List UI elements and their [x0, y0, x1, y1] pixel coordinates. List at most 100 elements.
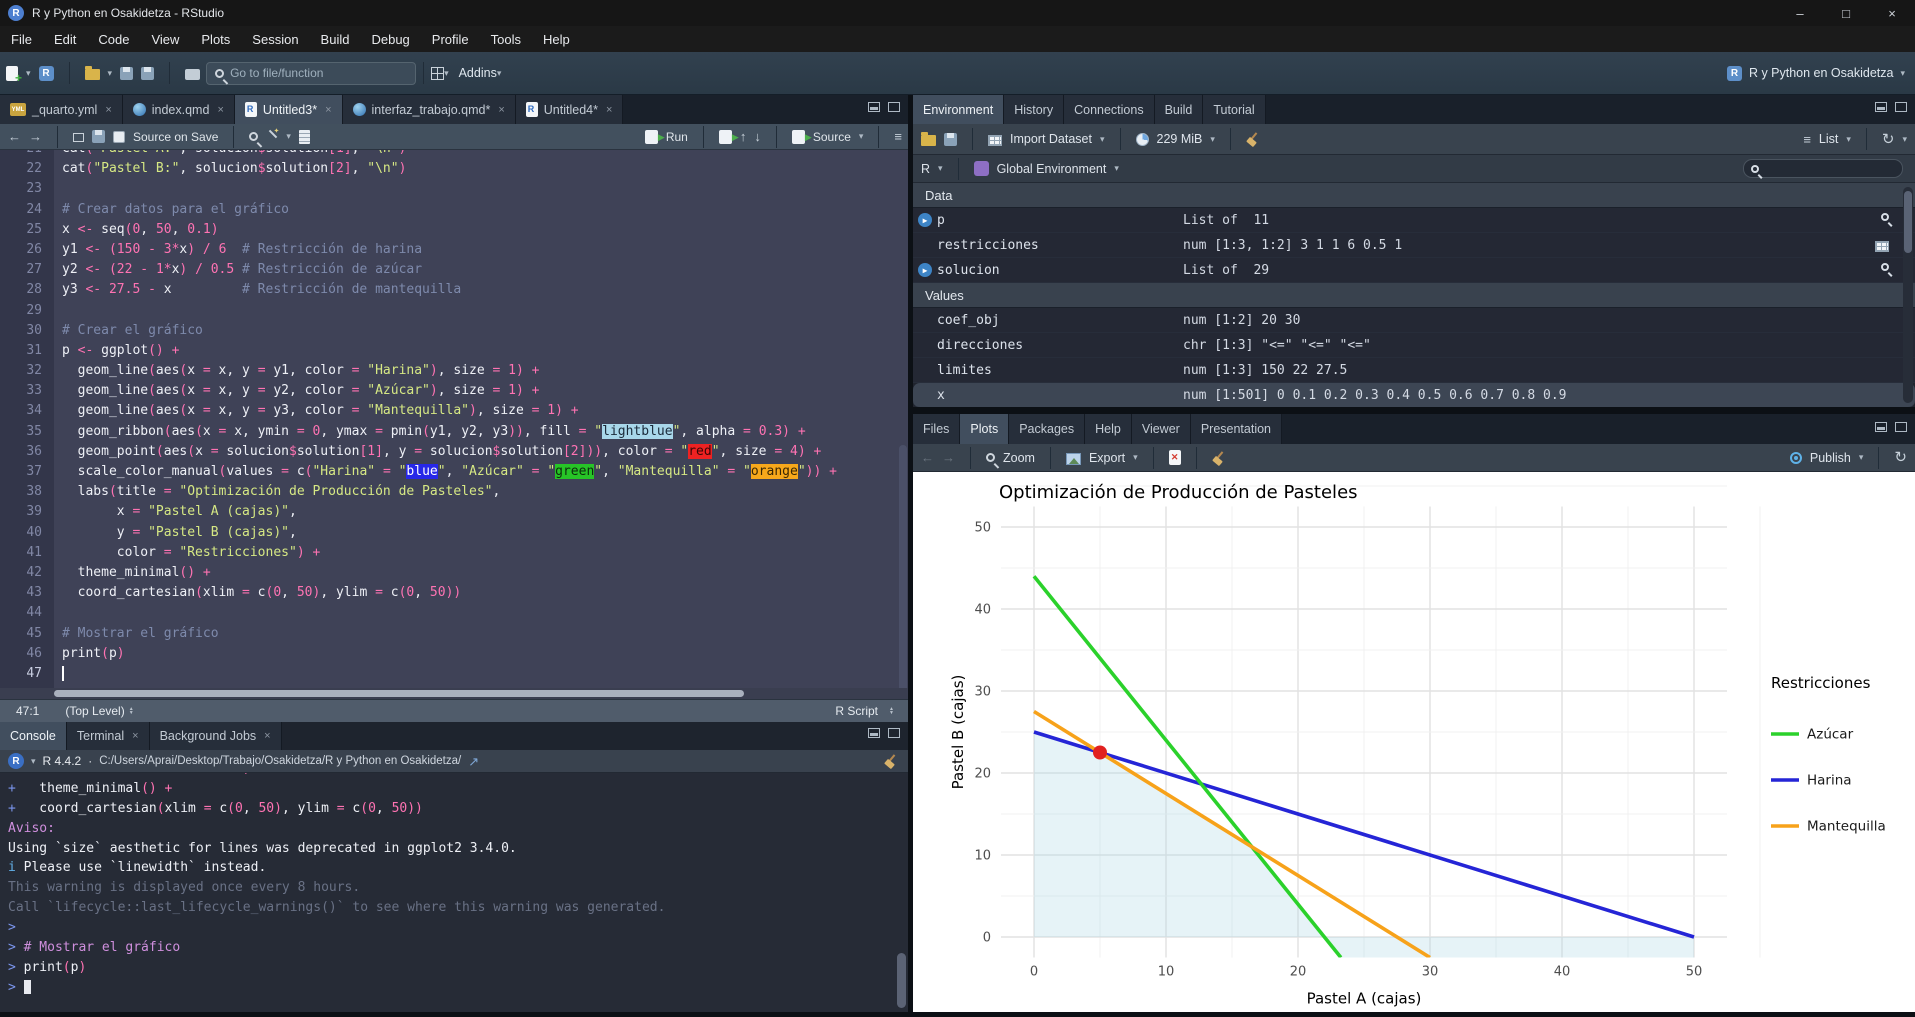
file-type-indicator[interactable]: R Script	[835, 704, 878, 718]
tab--quarto-yml[interactable]: YML_quarto.yml×	[0, 95, 123, 124]
tab-close-icon[interactable]: ×	[264, 730, 270, 742]
export-button[interactable]: Export	[1089, 451, 1125, 465]
environment-object-row[interactable]: coef_objnum [1:2] 20 30	[913, 308, 1915, 333]
env-tab-connections[interactable]: Connections	[1064, 95, 1155, 124]
back-icon[interactable]: ←	[8, 130, 21, 143]
refresh-icon[interactable]: ↻	[1882, 132, 1895, 147]
menu-item-debug[interactable]: Debug	[360, 26, 420, 52]
tab-untitled4-[interactable]: Untitled4*×	[516, 95, 624, 124]
list-view-icon[interactable]: ≡	[1803, 133, 1811, 146]
r-session-icon[interactable]: R	[8, 753, 24, 769]
inspect-object-icon[interactable]	[1881, 263, 1889, 271]
up-arrow-icon[interactable]: ↑	[740, 130, 747, 143]
environment-object-row[interactable]: xnum [1:501] 0 0.1 0.2 0.3 0.4 0.5 0.6 0…	[913, 383, 1915, 407]
plots-tab-packages[interactable]: Packages	[1009, 414, 1085, 444]
import-dataset-icon[interactable]	[988, 135, 1002, 146]
publish-caret-icon[interactable]: ▾	[1859, 452, 1864, 463]
plots-tab-viewer[interactable]: Viewer	[1132, 414, 1191, 444]
view-table-icon[interactable]	[1875, 241, 1889, 252]
environment-search-input[interactable]	[1764, 163, 1884, 175]
console-scrollbar[interactable]	[897, 953, 906, 1008]
memory-caret-icon[interactable]: ▾	[1210, 134, 1215, 145]
maximize-pane-icon[interactable]	[1895, 422, 1907, 432]
maximize-pane-icon[interactable]	[888, 728, 900, 738]
clear-environment-icon[interactable]	[1246, 132, 1260, 146]
menu-item-code[interactable]: Code	[87, 26, 140, 52]
menu-item-file[interactable]: File	[0, 26, 43, 52]
plots-tab-files[interactable]: Files	[913, 414, 960, 444]
pane-layout-icon[interactable]	[431, 67, 444, 80]
environment-object-row[interactable]: ▶pList of 11	[913, 208, 1915, 233]
pane-layout-caret-icon[interactable]: ▾	[444, 68, 449, 79]
minimize-pane-icon[interactable]	[1875, 102, 1887, 112]
environment-selector[interactable]: Global Environment	[997, 162, 1107, 176]
rerun-icon[interactable]	[719, 130, 732, 144]
refresh-caret-icon[interactable]: ▾	[1902, 134, 1907, 145]
tab-console[interactable]: Console	[0, 722, 67, 750]
environment-object-row[interactable]: limitesnum [1:3] 150 22 27.5	[913, 358, 1915, 383]
tab-untitled3-[interactable]: Untitled3*×	[235, 95, 343, 124]
source-button[interactable]: Source	[813, 130, 851, 144]
tab-terminal[interactable]: Terminal×	[67, 722, 150, 750]
tab-close-icon[interactable]: ×	[132, 730, 138, 742]
env-tab-environment[interactable]: Environment	[913, 95, 1004, 124]
env-tab-build[interactable]: Build	[1155, 95, 1204, 124]
plots-tab-help[interactable]: Help	[1085, 414, 1132, 444]
project-selector[interactable]: R R y Python en Osakidetza ▾	[1727, 66, 1905, 81]
run-icon[interactable]	[645, 130, 658, 144]
code-tools-icon[interactable]	[266, 131, 278, 143]
env-tab-history[interactable]: History	[1004, 95, 1064, 124]
open-file-caret-icon[interactable]: ▾	[108, 68, 113, 79]
code-editor[interactable]: 2122232425262728293031323334353637383940…	[0, 150, 908, 688]
plots-tab-plots[interactable]: Plots	[960, 414, 1009, 444]
language-caret-icon[interactable]: ▾	[938, 163, 943, 174]
tab-close-icon[interactable]: ×	[498, 104, 504, 116]
menu-item-view[interactable]: View	[140, 26, 190, 52]
addins-button[interactable]: Addins	[459, 66, 497, 80]
close-button[interactable]: ×	[1869, 0, 1915, 26]
environment-scrollbar[interactable]	[1903, 187, 1913, 403]
menu-item-plots[interactable]: Plots	[190, 26, 241, 52]
expand-object-icon[interactable]: ▶	[918, 263, 932, 277]
inspect-object-icon[interactable]	[1881, 213, 1889, 221]
publish-button[interactable]: Publish	[1810, 451, 1851, 465]
clear-plots-icon[interactable]	[1212, 451, 1226, 465]
export-plot-icon[interactable]	[1066, 453, 1081, 465]
export-caret-icon[interactable]: ▾	[1133, 452, 1138, 463]
find-replace-icon[interactable]	[249, 132, 258, 141]
minimize-pane-icon[interactable]	[868, 102, 880, 112]
environment-caret-icon[interactable]: ▾	[1114, 163, 1119, 174]
list-view-caret-icon[interactable]: ▾	[1846, 134, 1851, 145]
environment-object-row[interactable]: ▶solucionList of 29	[913, 258, 1915, 283]
menu-item-edit[interactable]: Edit	[43, 26, 87, 52]
tab-index-qmd[interactable]: index.qmd×	[123, 95, 235, 124]
editor-hscrollbar[interactable]	[0, 688, 908, 699]
refresh-plot-icon[interactable]: ↻	[1894, 450, 1907, 465]
goto-file-input[interactable]	[230, 66, 390, 80]
tab-interfaz-trabajo-qmd-[interactable]: interfaz_trabajo.qmd*×	[343, 95, 516, 124]
maximize-pane-icon[interactable]	[888, 102, 900, 112]
print-icon[interactable]	[185, 69, 200, 80]
menu-item-help[interactable]: Help	[532, 26, 581, 52]
new-file-caret-icon[interactable]: ▾	[26, 68, 31, 79]
save-workspace-icon[interactable]	[944, 133, 957, 146]
menu-item-build[interactable]: Build	[310, 26, 361, 52]
load-workspace-icon[interactable]	[921, 135, 936, 146]
menu-item-session[interactable]: Session	[241, 26, 309, 52]
zoom-button[interactable]: Zoom	[1003, 451, 1035, 465]
goto-file-search[interactable]	[206, 62, 416, 85]
source-on-save-checkbox[interactable]	[113, 131, 125, 143]
r-session-caret-icon[interactable]: ▾	[31, 756, 36, 767]
tab-close-icon[interactable]: ×	[105, 104, 111, 116]
menu-item-profile[interactable]: Profile	[421, 26, 480, 52]
next-plot-icon[interactable]: →	[942, 450, 955, 465]
maximize-pane-icon[interactable]	[1895, 102, 1907, 112]
document-outline-icon[interactable]: ≡	[894, 130, 902, 143]
remove-plot-icon[interactable]: ✕	[1169, 450, 1181, 465]
new-file-icon[interactable]	[6, 66, 18, 81]
memory-usage[interactable]: 229 MiB	[1157, 132, 1203, 146]
zoom-plot-icon[interactable]	[986, 453, 995, 462]
environment-object-row[interactable]: restriccionesnum [1:3, 1:2] 3 1 1 6 0.5 …	[913, 233, 1915, 258]
compile-report-icon[interactable]	[299, 130, 310, 144]
memory-usage-icon[interactable]	[1136, 133, 1149, 146]
